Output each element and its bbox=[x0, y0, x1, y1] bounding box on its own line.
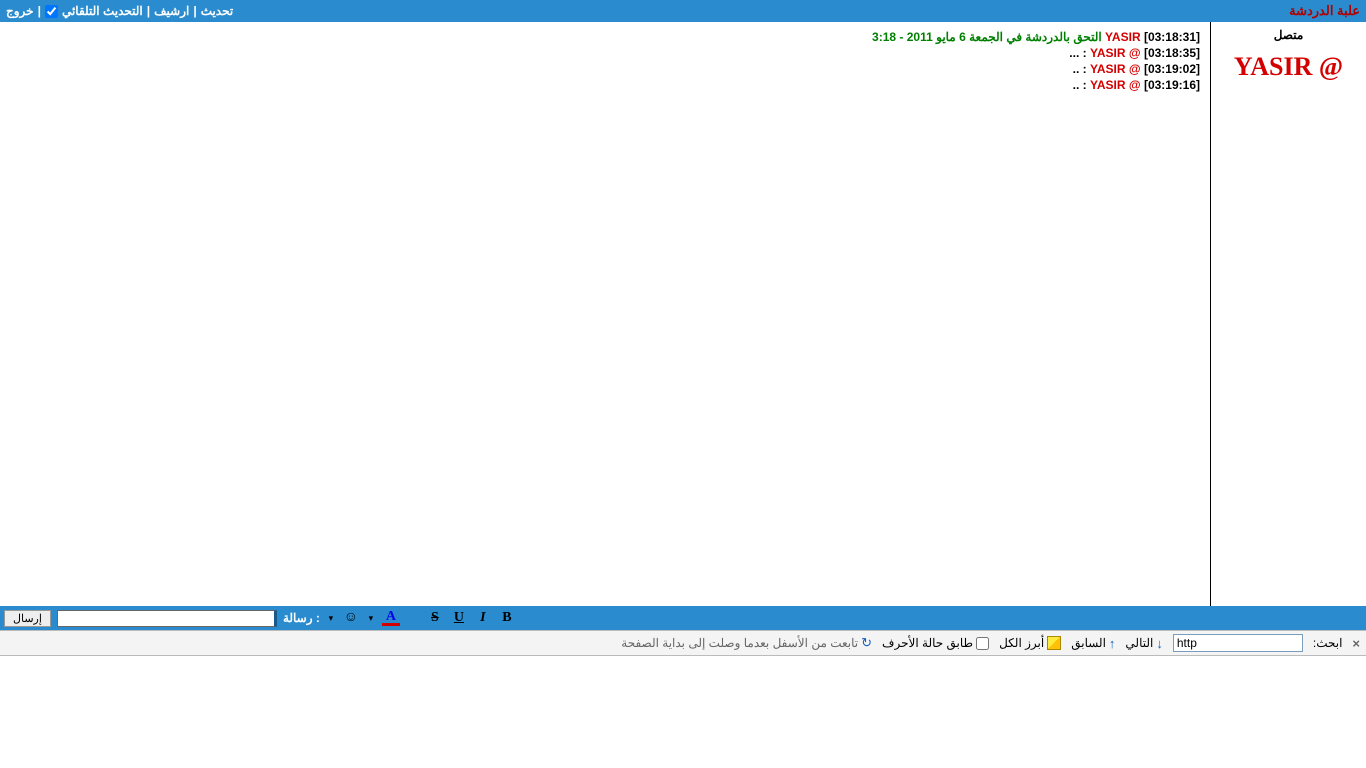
font-color-icon[interactable]: A bbox=[382, 610, 400, 626]
find-bar: × ابحث: ↓ التالي ↑ السابق أبرز الكل طابق… bbox=[0, 630, 1366, 656]
wrap-notice: ↻ تابعت من الأسفل بعدما وصلت إلى بداية ا… bbox=[621, 635, 872, 651]
arrow-up-icon: ↑ bbox=[1109, 636, 1116, 651]
header-links: تحديث | ارشيف | التحديث التلقائي | خروج bbox=[6, 4, 233, 18]
username: YASIR bbox=[1105, 30, 1141, 44]
message-text: : .. bbox=[1073, 78, 1087, 92]
archive-link[interactable]: ارشيف bbox=[154, 4, 189, 18]
find-prev-button[interactable]: ↑ السابق bbox=[1071, 636, 1115, 651]
main-area: متصل @ YASIR [03:18:31] YASIR التحق بالد… bbox=[0, 22, 1366, 606]
smiley-icon[interactable]: ☺ bbox=[342, 609, 360, 627]
chat-line: [03:18:31] YASIR التحق بالدردشة في الجمع… bbox=[10, 30, 1200, 44]
logout-link[interactable]: خروج bbox=[6, 4, 34, 18]
separator: | bbox=[38, 4, 41, 18]
message-input[interactable] bbox=[57, 610, 277, 627]
find-prev-label: السابق bbox=[1071, 636, 1106, 650]
users-panel: متصل @ YASIR bbox=[1210, 22, 1366, 606]
join-message: التحق بالدردشة في الجمعة 6 مايو 2011 - 3… bbox=[872, 30, 1102, 44]
highlight-icon bbox=[1047, 636, 1061, 650]
highlight-label: أبرز الكل bbox=[999, 636, 1044, 650]
chat-line: [03:18:35] @ YASIR : ... bbox=[10, 46, 1200, 60]
auto-refresh-label[interactable]: التحديث التلقائي bbox=[62, 4, 143, 18]
find-input[interactable] bbox=[1173, 634, 1303, 652]
match-case-option[interactable]: طابق حالة الأحرف bbox=[882, 636, 989, 650]
highlight-all-button[interactable]: أبرز الكل bbox=[999, 636, 1061, 650]
chat-line: [03:19:02] @ YASIR : .. bbox=[10, 62, 1200, 76]
find-label: ابحث: bbox=[1313, 636, 1343, 650]
close-icon[interactable]: × bbox=[1352, 636, 1360, 651]
app-title: علبة الدردشة bbox=[1289, 3, 1360, 19]
username: @ YASIR bbox=[1090, 78, 1141, 92]
online-label: متصل bbox=[1215, 28, 1362, 42]
timestamp: [03:18:35] bbox=[1144, 46, 1200, 60]
underline-icon[interactable]: U bbox=[450, 609, 468, 627]
message-text: : .. bbox=[1073, 62, 1087, 76]
send-button[interactable]: إرسال bbox=[4, 610, 51, 627]
current-user[interactable]: @ YASIR bbox=[1215, 52, 1362, 82]
separator: | bbox=[147, 4, 150, 18]
header-bar: علبة الدردشة تحديث | ارشيف | التحديث الت… bbox=[0, 0, 1366, 22]
separator: | bbox=[193, 4, 196, 18]
dropdown-arrow-icon[interactable]: ▾ bbox=[326, 609, 336, 627]
arrow-down-icon: ↓ bbox=[1156, 636, 1163, 651]
match-case-label: طابق حالة الأحرف bbox=[882, 636, 973, 650]
refresh-link[interactable]: تحديث bbox=[201, 4, 234, 18]
message-label: رسالة : bbox=[283, 611, 320, 625]
dropdown-arrow-icon[interactable]: ▾ bbox=[366, 609, 376, 627]
match-case-checkbox[interactable] bbox=[976, 637, 989, 650]
auto-refresh-checkbox[interactable] bbox=[45, 5, 58, 18]
timestamp: [03:19:16] bbox=[1144, 78, 1200, 92]
compose-bar: إرسال رسالة : ▾ ☺ ▾ A S U I B bbox=[0, 606, 1366, 630]
timestamp: [03:18:31] bbox=[1144, 30, 1200, 44]
message-text: : ... bbox=[1069, 46, 1086, 60]
wrap-message: تابعت من الأسفل بعدما وصلت إلى بداية الص… bbox=[621, 636, 858, 650]
username: @ YASIR bbox=[1090, 62, 1141, 76]
username: @ YASIR bbox=[1090, 46, 1141, 60]
find-next-button[interactable]: ↓ التالي bbox=[1125, 636, 1162, 651]
strikethrough-icon[interactable]: S bbox=[426, 609, 444, 627]
find-next-label: التالي bbox=[1125, 636, 1153, 650]
timestamp: [03:19:02] bbox=[1144, 62, 1200, 76]
wrap-icon: ↻ bbox=[861, 635, 872, 651]
bold-icon[interactable]: B bbox=[498, 609, 516, 627]
chat-line: [03:19:16] @ YASIR : .. bbox=[10, 78, 1200, 92]
chat-messages: [03:18:31] YASIR التحق بالدردشة في الجمع… bbox=[0, 22, 1210, 606]
italic-icon[interactable]: I bbox=[474, 609, 492, 627]
